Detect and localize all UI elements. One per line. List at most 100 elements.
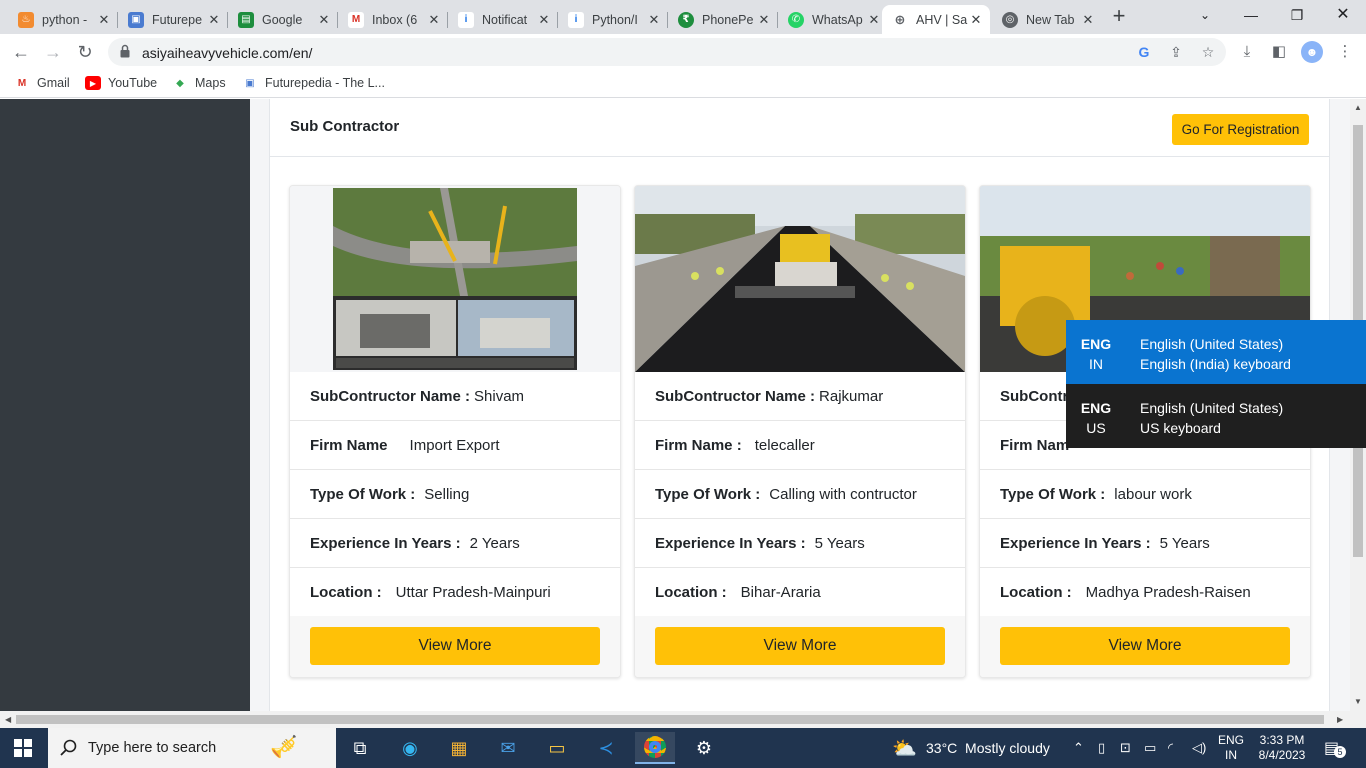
tab-python-i[interactable]: i Python/I ✕ — [558, 5, 668, 34]
lock-icon[interactable] — [120, 44, 130, 58]
wifi-icon[interactable]: ◜ — [1168, 740, 1173, 768]
tab-title: Python/I — [592, 12, 638, 27]
minimize-button[interactable]: — — [1228, 0, 1274, 30]
scroll-up-arrow-icon[interactable]: ▲ — [1354, 103, 1362, 112]
input-language-indicator[interactable]: ENG IN — [1216, 733, 1246, 768]
close-icon[interactable]: ✕ — [866, 12, 882, 28]
reload-button[interactable]: ↻ — [72, 39, 98, 65]
close-icon[interactable]: ✕ — [756, 12, 772, 28]
url-text[interactable]: asiyaiheavyvehicle.com/en/ — [142, 45, 312, 61]
profile-avatar-icon[interactable]: ☻ — [1301, 41, 1323, 63]
card-location-row: Location : Bihar-Araria — [655, 584, 821, 601]
task-view-icon[interactable]: ⧉ — [340, 732, 380, 764]
close-window-button[interactable]: ✕ — [1320, 0, 1366, 30]
tab-futurepedia[interactable]: ▣ Futurepe ✕ — [118, 5, 228, 34]
file-explorer-icon[interactable]: ▭ — [537, 732, 577, 764]
card-image — [635, 186, 965, 372]
sidebar — [0, 99, 250, 711]
registration-button[interactable]: Go For Registration — [1172, 114, 1309, 145]
vscode-icon[interactable]: ≺ — [586, 732, 626, 764]
language-option-eng-us[interactable]: ENG US English (United States) US keyboa… — [1066, 384, 1366, 448]
horizontal-scrollbar[interactable]: ◀ ▶ — [0, 711, 1366, 728]
gmail-icon: M — [348, 11, 364, 28]
tab-phonepe[interactable]: ₹ PhonePe ✕ — [668, 5, 778, 34]
volume-icon[interactable]: ◁) — [1192, 740, 1206, 768]
language-code: ENG IN — [1080, 336, 1112, 372]
clock[interactable]: 3:33 PM 8/4/2023 — [1252, 733, 1312, 768]
location: Madhya Pradesh-Raisen — [1085, 584, 1251, 601]
location: Uttar Pradesh-Mainpuri — [395, 584, 551, 601]
trumpet-search-highlight-icon: 🎺 — [270, 734, 298, 759]
futurepedia-icon: ▣ — [245, 77, 255, 89]
windows-taskbar: Type here to search 🎺 ⧉ ◉ ▦ ✉ ▭ ≺ ⚙ ⛅ 33… — [0, 728, 1366, 768]
scroll-left-arrow-icon[interactable]: ◀ — [5, 715, 11, 724]
weather-widget[interactable]: ⛅ 33°C Mostly cloudy — [892, 728, 1072, 768]
info-icon: i — [568, 11, 584, 28]
tab-inbox[interactable]: M Inbox (6 ✕ — [338, 5, 448, 34]
card-firm-row: Firm Name Import Export — [290, 421, 620, 470]
tab-google[interactable]: ▤ Google ✕ — [228, 5, 338, 34]
search-placeholder[interactable]: Type here to search — [88, 740, 216, 756]
tab-python[interactable]: ♨ python - ✕ — [8, 5, 118, 34]
store-icon[interactable]: ▦ — [439, 732, 479, 764]
view-more-button[interactable]: View More — [655, 627, 945, 665]
restore-button[interactable]: ❐ — [1274, 0, 1320, 30]
gmail-icon: M — [17, 77, 27, 89]
close-icon[interactable]: ✕ — [426, 12, 442, 28]
windows-start-icon[interactable] — [14, 739, 32, 757]
close-icon[interactable]: ✕ — [536, 12, 552, 28]
close-icon[interactable]: ✕ — [968, 12, 984, 28]
type-of-work: Selling — [424, 485, 470, 503]
card-name-row: SubContructor Name : Rajkumar — [635, 372, 965, 421]
close-icon[interactable]: ✕ — [316, 12, 332, 28]
view-more-button[interactable]: View More — [310, 627, 600, 665]
chrome-taskbar-icon[interactable] — [635, 732, 675, 764]
tab-search-chevron-icon[interactable]: ⌄ — [1182, 0, 1228, 30]
experience: 2 Years — [469, 534, 520, 552]
close-icon[interactable]: ✕ — [646, 12, 662, 28]
section-title: Sub Contractor — [290, 118, 400, 135]
edge-icon[interactable]: ◉ — [390, 732, 430, 764]
view-more-button[interactable]: View More — [1000, 627, 1290, 665]
card-firm-row: Firm Name : telecaller — [635, 421, 965, 470]
download-icon[interactable]: ⤓ — [1236, 41, 1258, 63]
mail-icon[interactable]: ✉ — [488, 732, 528, 764]
tab-ahv-active[interactable]: ⊕ AHV | Sa ✕ — [882, 5, 990, 34]
bookmark-futurepedia[interactable]: ▣ Futurepedia - The L... — [242, 76, 385, 90]
notification-center[interactable]: ▤ 5 — [1324, 738, 1346, 758]
new-tab-button[interactable]: + — [1108, 5, 1130, 28]
card-exp-row: Experience In Years :5 Years — [635, 519, 965, 568]
scroll-right-arrow-icon[interactable]: ▶ — [1337, 715, 1343, 724]
tab-notifications[interactable]: i Notificat ✕ — [448, 5, 558, 34]
bookmark-gmail[interactable]: M Gmail — [14, 76, 70, 90]
battery-icon[interactable]: ▭ — [1144, 740, 1156, 768]
google-translate-icon[interactable]: G — [1134, 43, 1154, 61]
close-icon[interactable]: ✕ — [206, 12, 222, 28]
scroll-down-arrow-icon[interactable]: ▼ — [1354, 697, 1362, 706]
horizontal-scroll-thumb[interactable] — [16, 715, 1324, 724]
security-icon[interactable]: ⊡ — [1120, 740, 1131, 768]
tab-whatsapp[interactable]: ✆ WhatsAp ✕ — [778, 5, 888, 34]
language-option-eng-in[interactable]: ENG IN English (United States) English (… — [1066, 320, 1366, 384]
device-icon[interactable]: ▯ — [1098, 740, 1105, 768]
close-icon[interactable]: ✕ — [1080, 12, 1096, 28]
show-hidden-icons[interactable]: ⌃ — [1073, 740, 1084, 768]
side-panel-icon[interactable]: ◧ — [1268, 41, 1290, 63]
bookmark-star-icon[interactable]: ☆ — [1198, 43, 1218, 61]
youtube-icon: ▶ — [85, 76, 101, 90]
back-button[interactable]: ← — [8, 39, 34, 65]
bookmark-maps[interactable]: ◆ Maps — [172, 76, 225, 90]
taskbar-search[interactable]: Type here to search 🎺 — [48, 728, 336, 768]
address-bar[interactable]: asiyaiheavyvehicle.com/en/ G ⇪ ☆ — [108, 38, 1226, 66]
weather-text: 33°C Mostly cloudy — [926, 740, 1050, 756]
forward-button[interactable]: → — [40, 39, 66, 65]
tab-title: PhonePe — [702, 12, 754, 27]
settings-gear-icon[interactable]: ⚙ — [684, 732, 724, 764]
bookmark-youtube[interactable]: ▶ YouTube — [85, 76, 157, 90]
card-work-row: Type Of Work : Calling with contructor — [635, 470, 965, 519]
share-icon[interactable]: ⇪ — [1166, 43, 1186, 61]
close-icon[interactable]: ✕ — [96, 12, 112, 28]
tab-new-tab[interactable]: ◎ New Tab ✕ — [992, 5, 1102, 34]
tab-title: Google — [262, 12, 303, 27]
menu-kebab-icon[interactable]: ⋮ — [1334, 41, 1356, 63]
